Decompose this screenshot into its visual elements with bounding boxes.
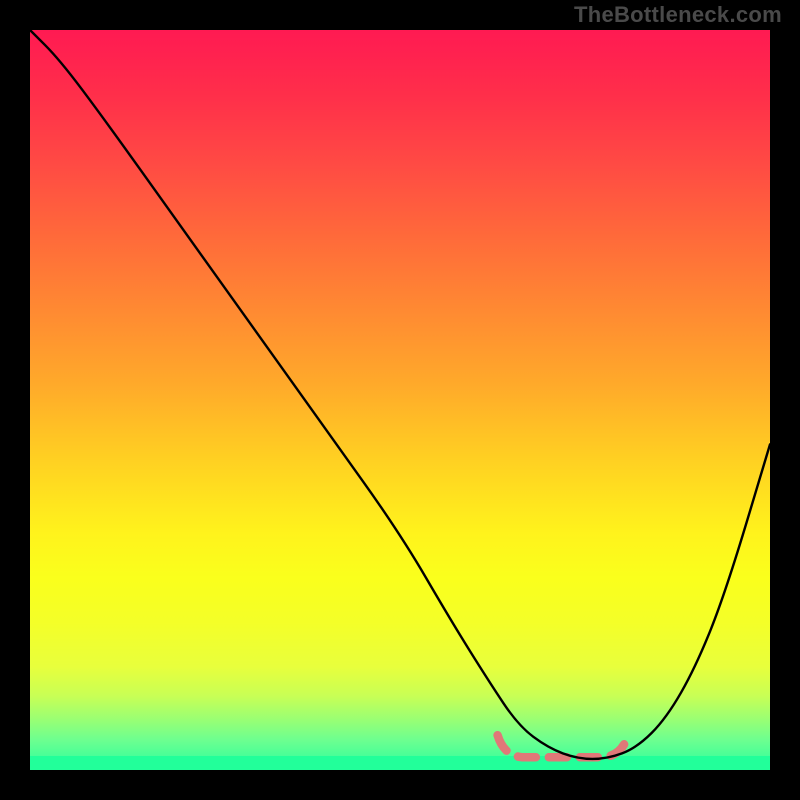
bottleneck-curve [30,30,770,759]
curve-svg [30,30,770,770]
chart-frame: TheBottleneck.com [0,0,800,800]
watermark-text: TheBottleneck.com [574,2,782,28]
plot-area [30,30,770,770]
